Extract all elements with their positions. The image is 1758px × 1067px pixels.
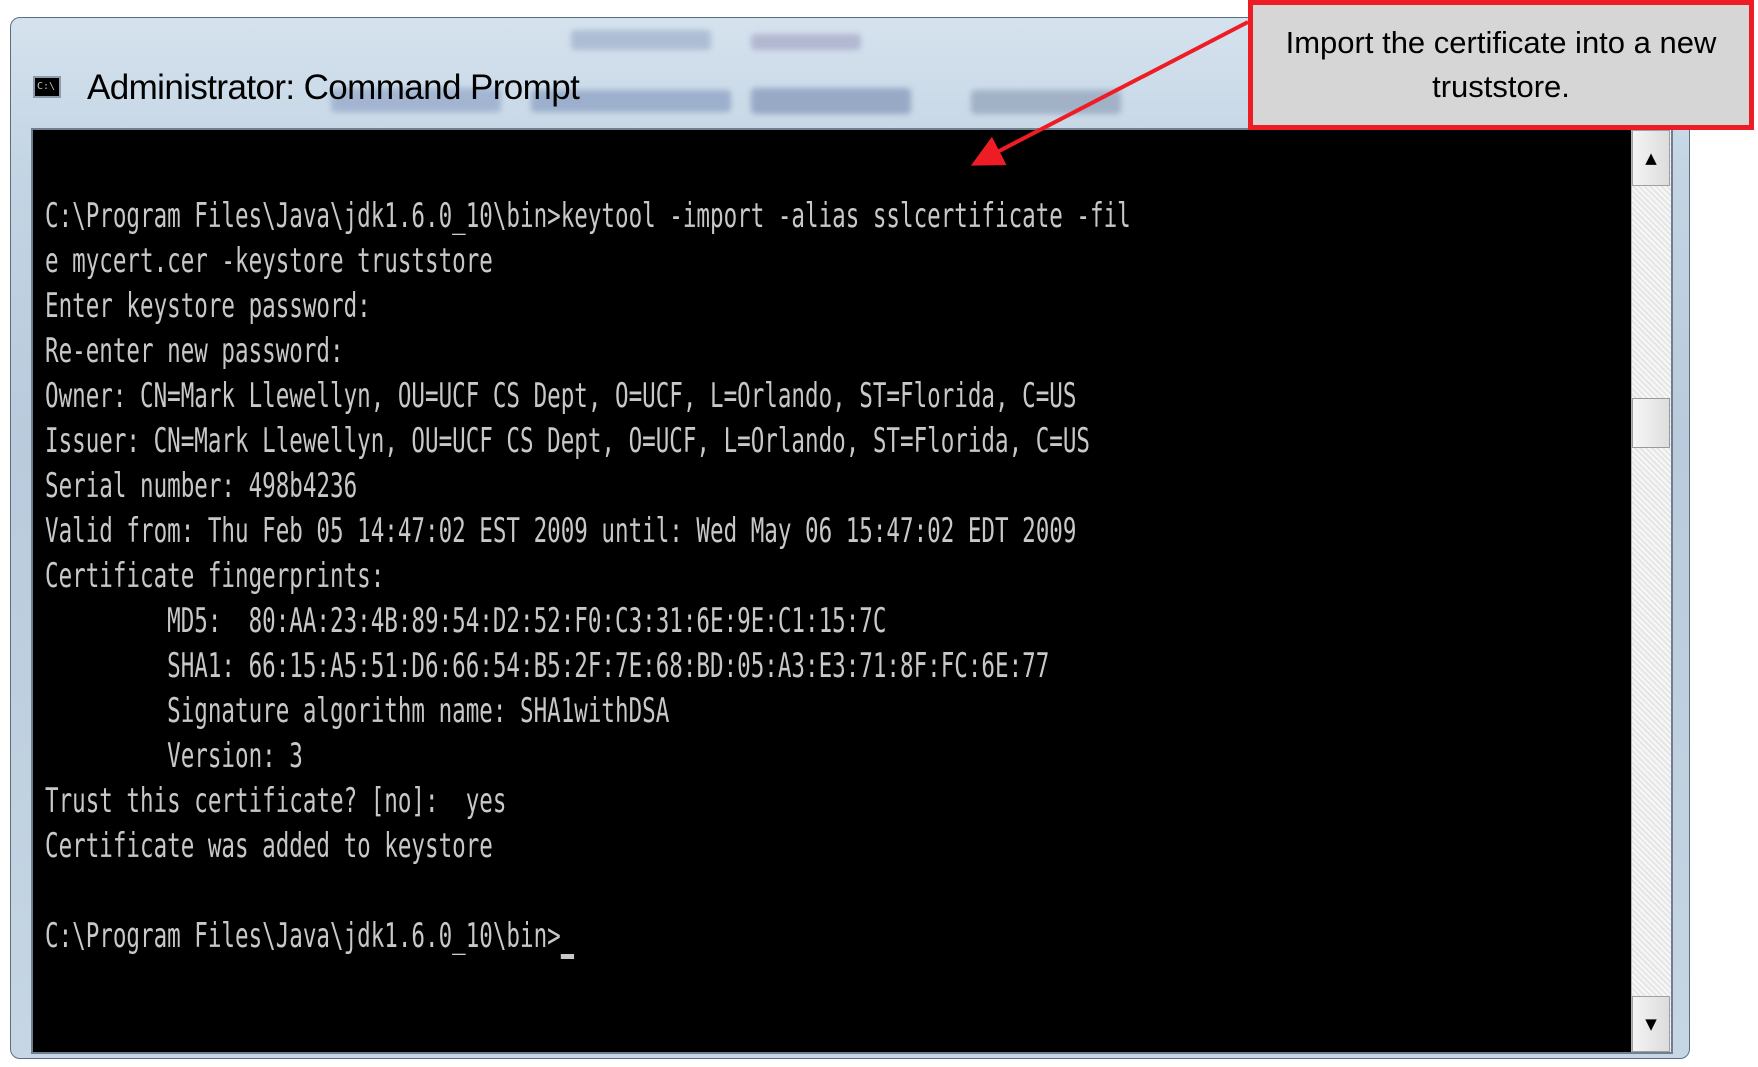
console-output: C:\Program Files\Java\jdk1.6.0_10\bin>ke… (45, 194, 1131, 959)
console-line: Serial number: 498b4236 (45, 466, 358, 506)
annotation-text: Import the certificate into a new trusts… (1285, 25, 1717, 104)
vertical-scrollbar[interactable]: ▲ ▼ (1631, 130, 1671, 1052)
console-line: MD5: 80:AA:23:4B:89:54:D2:52:F0:C3:31:6E… (45, 601, 887, 641)
window-title: Administrator: Command Prompt (87, 68, 580, 107)
command-prompt-window[interactable]: C:\ Administrator: Command Prompt C:\Pro… (10, 17, 1690, 1059)
scroll-up-button[interactable]: ▲ (1632, 130, 1670, 186)
console-line: Certificate fingerprints: (45, 556, 385, 596)
console-line: Certificate was added to keystore (45, 826, 493, 866)
console-line: Enter keystore password: (45, 286, 371, 326)
text-cursor (560, 918, 574, 959)
console-line: Issuer: CN=Mark Llewellyn, OU=UCF CS Dep… (45, 421, 1091, 461)
console-prompt: C:\Program Files\Java\jdk1.6.0_10\bin> (45, 916, 561, 956)
console-line: Signature algorithm name: SHA1withDSA (45, 691, 670, 731)
console-line: Re-enter new password: (45, 331, 344, 371)
console-line: Owner: CN=Mark Llewellyn, OU=UCF CS Dept… (45, 376, 1077, 416)
console-line: Trust this certificate? [no]: yes (45, 781, 507, 821)
scroll-up-arrow-icon: ▲ (1645, 149, 1657, 167)
console-line: e mycert.cer -keystore truststore (45, 241, 493, 281)
console-area[interactable]: C:\Program Files\Java\jdk1.6.0_10\bin>ke… (31, 128, 1673, 1054)
cmd-icon: C:\ (33, 76, 61, 98)
annotation-callout: Import the certificate into a new trusts… (1248, 0, 1754, 130)
scroll-down-arrow-icon: ▼ (1645, 1015, 1657, 1033)
console-line: Valid from: Thu Feb 05 14:47:02 EST 2009… (45, 511, 1077, 551)
console-line: C:\Program Files\Java\jdk1.6.0_10\bin>ke… (45, 196, 1131, 236)
scroll-down-button[interactable]: ▼ (1632, 996, 1670, 1052)
console-line: Version: 3 (45, 736, 303, 776)
scroll-thumb[interactable] (1632, 398, 1670, 448)
console-line: SHA1: 66:15:A5:51:D6:66:54:B5:2F:7E:68:B… (45, 646, 1050, 686)
